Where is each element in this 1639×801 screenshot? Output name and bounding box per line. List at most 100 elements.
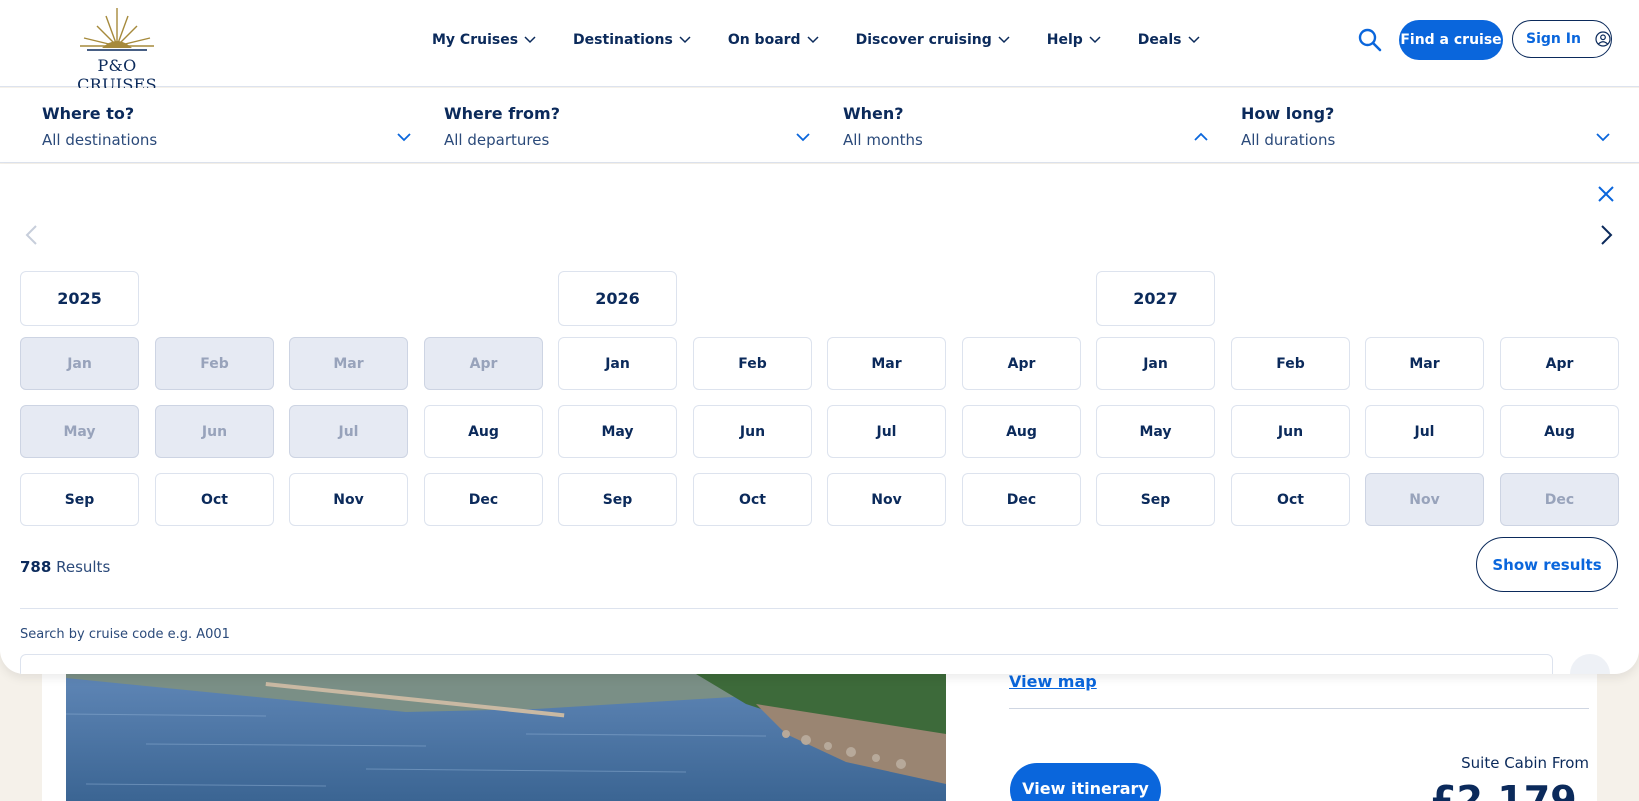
month-mar-2026[interactable]: Mar [827,337,946,390]
month-oct-2025[interactable]: Oct [155,473,274,526]
month-mar-2025: Mar [289,337,408,390]
filter-label: Where to? [42,104,135,123]
nav-item-destinations[interactable]: Destinations [573,32,691,48]
chevron-down-icon [1596,133,1610,142]
month-aug-2027[interactable]: Aug [1500,405,1619,458]
chevron-down-icon [998,36,1010,44]
sunburst-logo-icon [80,8,154,51]
close-icon[interactable] [1596,184,1616,204]
nav-item-label: On board [727,32,801,48]
month-nov-2026[interactable]: Nov [827,473,946,526]
card-divider [1009,708,1589,709]
month-nov-2025[interactable]: Nov [289,473,408,526]
month-jan-2025: Jan [20,337,139,390]
month-may-2027[interactable]: May [1096,405,1215,458]
filter-where-from[interactable]: Where from? All departures [444,88,814,163]
chevron-down-icon [807,36,819,44]
month-jul-2026[interactable]: Jul [827,405,946,458]
month-oct-2027[interactable]: Oct [1231,473,1350,526]
brand-logo[interactable]: P&O CRUISES [62,6,172,94]
month-feb-2026[interactable]: Feb [693,337,812,390]
chevron-down-icon [524,36,536,44]
chevron-down-icon [1187,36,1200,44]
search-filter-bar: Where to? All destinations Where from? A… [0,88,1639,163]
view-map-link[interactable]: View map [1009,672,1097,691]
nav-item-label: Help [1046,32,1083,48]
filter-value: All durations [1241,131,1336,149]
chevron-down-icon [796,133,810,142]
nav-item-help[interactable]: Help [1047,32,1101,48]
nav-item-label: Destinations [573,32,673,48]
main-nav: My Cruises Destinations On board Discove… [432,0,1237,80]
filter-how-long[interactable]: How long? All durations [1241,88,1616,163]
month-jun-2026[interactable]: Jun [693,405,812,458]
filter-when[interactable]: When? All months [843,88,1213,163]
filter-label: How long? [1241,104,1335,123]
nav-item-my-cruises[interactable]: My Cruises [432,32,536,48]
chevron-left-icon[interactable] [24,224,38,246]
year-heading-2025: 2025 [20,271,139,326]
panel-divider [20,608,1618,609]
filter-label: Where from? [444,104,560,123]
cruise-photo [66,674,946,801]
chevron-up-icon [1194,132,1208,141]
suite-cabin-label: Suite Cabin From [1461,754,1589,772]
view-itinerary-button[interactable]: View itinerary [1010,763,1161,801]
year-heading-2027: 2027 [1096,271,1215,326]
cruise-code-label: Search by cruise code e.g. A001 [20,627,230,642]
nav-item-deals[interactable]: Deals [1138,32,1200,48]
month-jun-2025: Jun [155,405,274,458]
filter-where-to[interactable]: Where to? All destinations [42,88,412,163]
user-icon [1595,31,1611,47]
sign-in-button[interactable]: Sign In [1512,20,1612,58]
month-jul-2027[interactable]: Jul [1365,405,1484,458]
month-jan-2027[interactable]: Jan [1096,337,1215,390]
cruise-code-input[interactable] [20,654,1553,674]
cruise-code-search-button[interactable] [1570,654,1610,674]
month-oct-2026[interactable]: Oct [693,473,812,526]
month-sep-2027[interactable]: Sep [1096,473,1215,526]
month-may-2026[interactable]: May [558,405,677,458]
month-aug-2025[interactable]: Aug [424,405,543,458]
month-dec-2026[interactable]: Dec [962,473,1081,526]
nav-item-discover-cruising[interactable]: Discover cruising [856,32,1010,48]
chevron-down-icon [1089,36,1101,44]
results-count: 788 [20,558,52,576]
nav-item-label: Deals [1137,32,1182,48]
show-results-button[interactable]: Show results [1476,537,1618,592]
filter-value: All departures [444,131,550,149]
results-summary: 788 Results [20,558,110,576]
search-icon[interactable] [1357,27,1383,53]
nav-item-label: My Cruises [432,32,519,48]
nav-item-on-board[interactable]: On board [728,32,819,48]
chevron-down-icon [679,36,691,44]
find-a-cruise-button[interactable]: Find a cruise [1399,20,1503,60]
month-jun-2027[interactable]: Jun [1231,405,1350,458]
month-jul-2025: Jul [289,405,408,458]
month-sep-2025[interactable]: Sep [20,473,139,526]
month-sep-2026[interactable]: Sep [558,473,677,526]
sign-in-label: Sign In [1526,31,1581,47]
month-apr-2025: Apr [424,337,543,390]
month-dec-2027: Dec [1500,473,1619,526]
month-aug-2026[interactable]: Aug [962,405,1081,458]
filter-label: When? [843,104,904,123]
month-may-2025: May [20,405,139,458]
nav-item-label: Discover cruising [855,32,992,48]
month-feb-2027[interactable]: Feb [1231,337,1350,390]
month-dec-2025[interactable]: Dec [424,473,543,526]
month-mar-2027[interactable]: Mar [1365,337,1484,390]
filter-value: All destinations [42,131,158,149]
price: £2,179 [1430,778,1577,801]
month-feb-2025: Feb [155,337,274,390]
month-apr-2027[interactable]: Apr [1500,337,1619,390]
month-apr-2026[interactable]: Apr [962,337,1081,390]
chevron-right-icon[interactable] [1600,224,1614,246]
month-jan-2026[interactable]: Jan [558,337,677,390]
month-nov-2027: Nov [1365,473,1484,526]
when-month-picker: 2025 Jan Feb Mar Apr May Jun Jul Aug Sep Oct Nov Dec… [0,164,1639,674]
year-heading-2026: 2026 [558,271,677,326]
chevron-down-icon [397,133,411,142]
results-word: Results [56,558,111,576]
site-header: P&O CRUISES My Cruises Destinations On b… [0,0,1639,94]
